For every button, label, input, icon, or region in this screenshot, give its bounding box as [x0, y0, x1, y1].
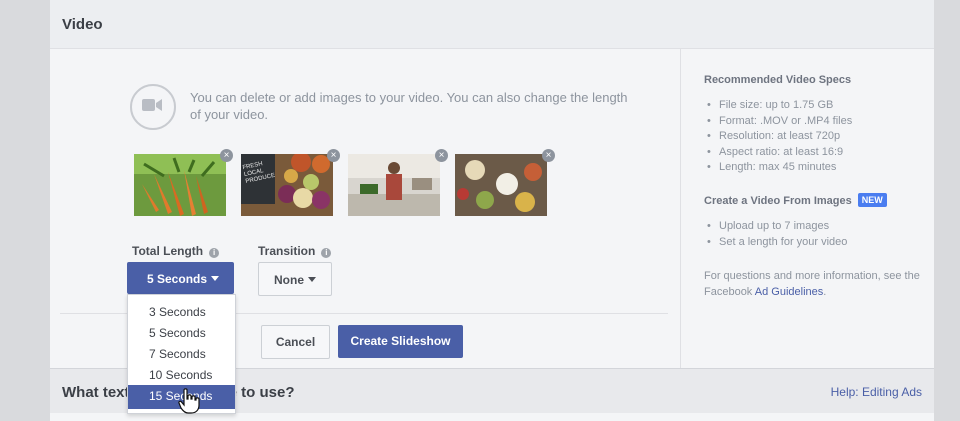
carrots-image	[134, 154, 226, 216]
list-item: Upload up to 7 images	[704, 219, 847, 235]
remove-image-3-button[interactable]: ×	[435, 149, 448, 162]
ad-guidelines-link[interactable]: Ad Guidelines	[755, 286, 824, 298]
images-list: Upload up to 7 images Set a length for y…	[704, 219, 847, 250]
info-icon[interactable]: i	[209, 248, 220, 258]
video-camera-icon	[130, 84, 176, 130]
create-slideshow-button[interactable]: Create Slideshow	[338, 325, 463, 358]
remove-image-2-button[interactable]: ×	[327, 149, 340, 162]
chevron-down-icon	[308, 277, 316, 282]
option-7-seconds[interactable]: 7 Seconds	[128, 343, 235, 364]
chevron-down-icon	[211, 276, 219, 281]
kitchen-woman-image	[348, 154, 440, 216]
list-item: Set a length for your video	[704, 235, 847, 251]
panel-header: Video	[50, 0, 934, 49]
section-title: Video	[62, 16, 103, 33]
list-item: Resolution: at least 720p	[704, 129, 852, 145]
remove-image-1-button[interactable]: ×	[220, 149, 233, 162]
transition-select[interactable]: None	[258, 262, 332, 296]
help-editing-ads-link[interactable]: Help: Editing Ads	[831, 385, 922, 399]
guidelines-note: For questions and more information, see …	[704, 270, 920, 298]
list-item: Aspect ratio: at least 16:9	[704, 145, 852, 161]
table-food-image	[455, 154, 547, 216]
remove-image-4-button[interactable]: ×	[542, 149, 555, 162]
new-badge: NEW	[857, 193, 887, 207]
cancel-button[interactable]: Cancel	[261, 325, 330, 359]
list-item: Length: max 45 minutes	[704, 160, 852, 176]
specs-list: File size: up to 1.75 GB Format: .MOV or…	[704, 98, 852, 176]
info-icon[interactable]: i	[321, 248, 332, 258]
option-10-seconds[interactable]: 10 Seconds	[128, 364, 235, 385]
option-3-seconds[interactable]: 3 Seconds	[128, 301, 235, 322]
list-item: Format: .MOV or .MP4 files	[704, 114, 852, 130]
transition-label: Transition i	[258, 244, 332, 258]
column-divider	[680, 49, 681, 368]
list-item: File size: up to 1.75 GB	[704, 98, 852, 114]
hand-cursor-icon	[178, 388, 200, 414]
intro-text: You can delete or add images to your vid…	[190, 90, 628, 122]
total-length-select[interactable]: 5 Seconds	[127, 262, 234, 294]
transition-value: None	[274, 273, 304, 287]
specs-title: Recommended Video Specs	[704, 74, 852, 86]
images-title: Create a Video From Images NEW	[704, 193, 887, 207]
total-length-label: Total Length i	[132, 244, 220, 258]
option-5-seconds[interactable]: 5 Seconds	[128, 322, 235, 343]
total-length-value: 5 Seconds	[147, 272, 208, 286]
